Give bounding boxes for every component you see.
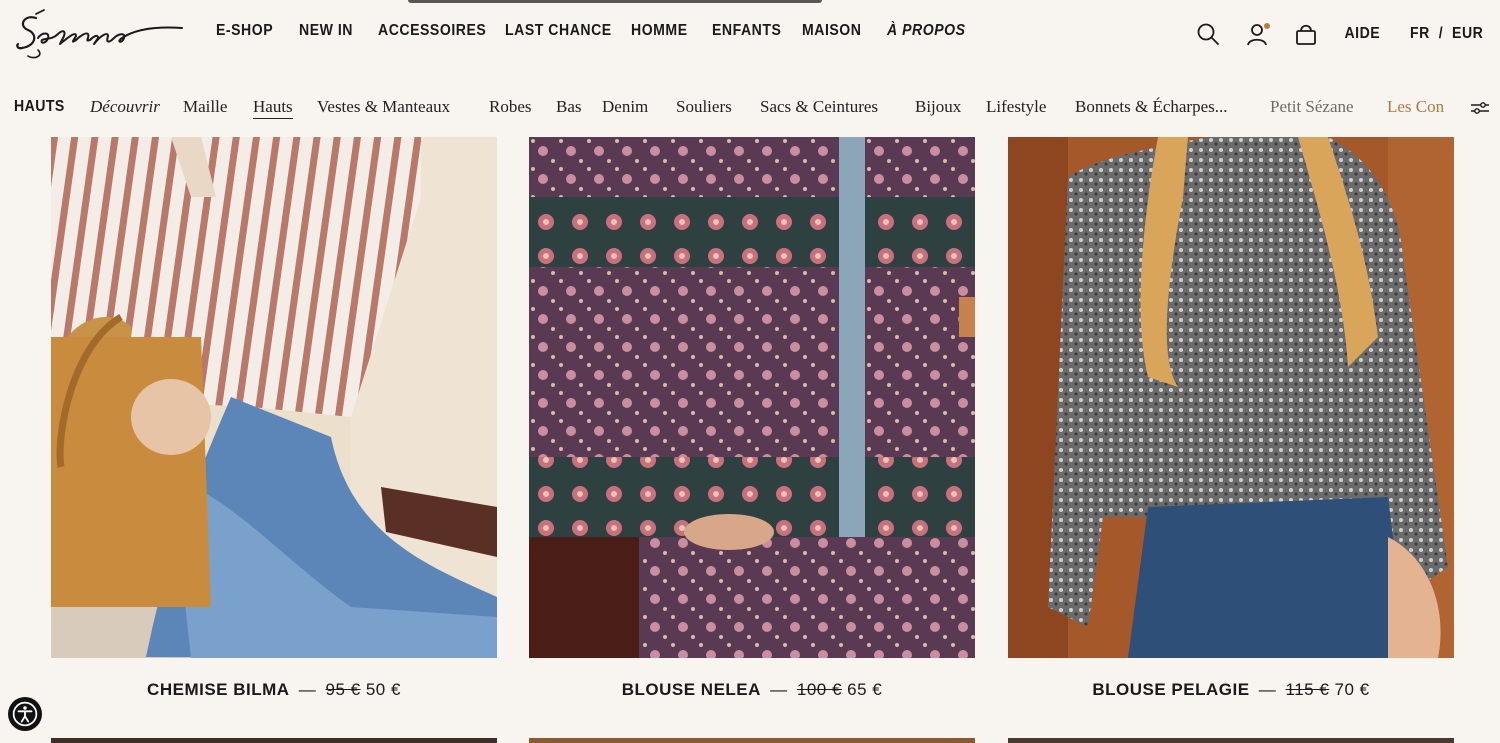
caption-separator: — (298, 680, 317, 699)
help-link[interactable]: AIDE (1344, 25, 1380, 43)
nav-accessoires[interactable]: ACCESSOIRES (378, 22, 486, 40)
brand-logo[interactable] (14, 4, 186, 62)
site-header: E-SHOP NEW IN ACCESSOIRES LAST CHANCE HO… (0, 0, 1500, 70)
sale-price: 50 € (365, 680, 401, 699)
original-price: 95 € (325, 680, 361, 699)
category-subnav: HAUTS Découvrir Maille Hauts Vestes & Ma… (0, 92, 1500, 124)
product-card[interactable]: BLOUSE PELAGIE — 115 € 70 € (1008, 137, 1454, 699)
product-image-blouse-pelagie[interactable] (1008, 137, 1454, 658)
notification-dot (1264, 23, 1271, 29)
original-price: 115 € (1285, 680, 1330, 699)
sezane-logo-icon (16, 9, 183, 59)
product-caption[interactable]: BLOUSE PELAGIE — 115 € 70 € (1008, 680, 1454, 700)
subnav-bas[interactable]: Bas (556, 97, 582, 117)
filter-settings-icon[interactable] (1470, 98, 1490, 118)
caption-separator: — (770, 680, 788, 699)
product-card[interactable]: CHEMISE BILMA — 95 € 50 € (51, 137, 497, 699)
subnav-vestes-manteaux[interactable]: Vestes & Manteaux (317, 97, 450, 117)
header-tools: AIDE FR / EUR (1194, 18, 1488, 50)
locale-selector[interactable]: FR / EUR (1410, 25, 1483, 43)
product-name: CHEMISE BILMA (147, 680, 290, 699)
original-price: 100 € (796, 680, 842, 699)
nav-enfants[interactable]: ENFANTS (712, 22, 781, 40)
shopping-bag-icon[interactable] (1292, 20, 1320, 48)
user-icon[interactable] (1244, 20, 1272, 48)
subnav-decouvrir[interactable]: Découvrir (90, 97, 160, 117)
next-product-image-edge (1008, 738, 1454, 743)
nav-eshop[interactable]: E-SHOP (216, 22, 273, 40)
product-image-blouse-nelea[interactable] (529, 137, 975, 658)
category-title: HAUTS (14, 98, 65, 115)
subnav-hauts[interactable]: Hauts (253, 97, 293, 119)
subnav-denim[interactable]: Denim (602, 97, 648, 117)
product-name: BLOUSE PELAGIE (1092, 680, 1250, 699)
nav-maison[interactable]: MAISON (802, 22, 861, 40)
caption-separator: — (1258, 680, 1277, 699)
next-product-image-edge (51, 738, 497, 743)
product-image-chemise-bilma[interactable] (51, 137, 497, 658)
nav-last-chance[interactable]: LAST CHANCE (505, 22, 612, 40)
subnav-bonnets-echarpes[interactable]: Bonnets & Écharpes... (1075, 97, 1228, 117)
search-icon[interactable] (1194, 20, 1222, 48)
accessibility-icon[interactable] (8, 697, 42, 731)
product-name: BLOUSE NELEA (621, 680, 761, 699)
subnav-lifestyle[interactable]: Lifestyle (986, 97, 1046, 117)
subnav-bijoux[interactable]: Bijoux (915, 97, 961, 117)
nav-homme[interactable]: HOMME (631, 22, 688, 40)
product-caption[interactable]: CHEMISE BILMA — 95 € 50 € (51, 680, 497, 700)
sale-price: 65 € (847, 680, 883, 699)
next-product-image-edge (529, 738, 975, 743)
nav-new-in[interactable]: NEW IN (299, 22, 353, 40)
subnav-souliers[interactable]: Souliers (676, 97, 732, 117)
subnav-petit-sezane[interactable]: Petit Sézane (1270, 97, 1354, 117)
nav-a-propos[interactable]: À PROPOS (887, 22, 966, 40)
subnav-les-con[interactable]: Les Con (1387, 97, 1453, 117)
subnav-robes[interactable]: Robes (489, 97, 532, 117)
product-card[interactable]: BLOUSE NELEA — 100 € 65 € (529, 137, 975, 699)
product-caption[interactable]: BLOUSE NELEA — 100 € 65 € (529, 680, 975, 700)
subnav-sacs-ceintures[interactable]: Sacs & Ceintures (760, 97, 878, 117)
sale-price: 70 € (1334, 680, 1370, 699)
subnav-maille[interactable]: Maille (183, 97, 227, 117)
